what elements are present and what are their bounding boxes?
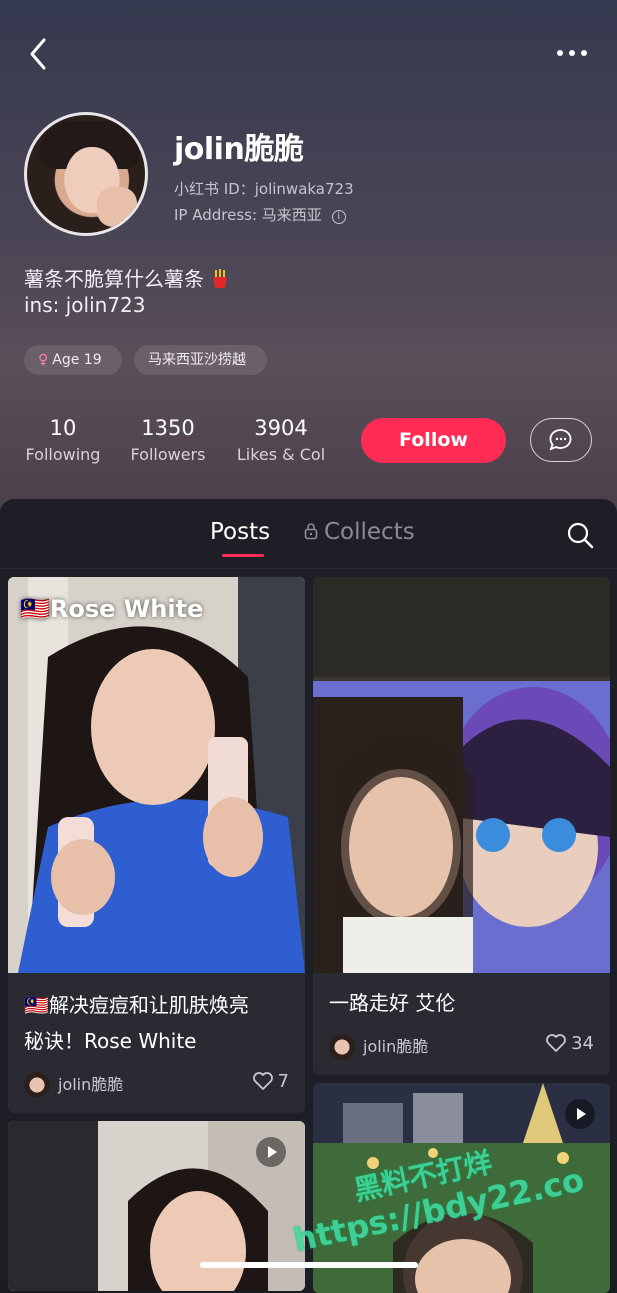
stat-label: Followers xyxy=(130,445,206,464)
post-thumbnail xyxy=(313,577,610,973)
post-title-line: 一路走好 艾伦 xyxy=(329,991,456,1015)
video-play-icon xyxy=(256,1137,286,1167)
like-count[interactable]: 7 xyxy=(252,1071,289,1092)
post-thumbnail xyxy=(8,577,305,973)
video-play-icon xyxy=(565,1099,595,1129)
profile-avatar[interactable] xyxy=(24,112,148,236)
follow-button[interactable]: Follow xyxy=(361,418,506,463)
post-card[interactable]: 🇲🇾Rose White 🇲🇾解决痘痘和让肌肤焕亮 秘诀！Rose White … xyxy=(8,577,305,1113)
tab-collects-label: Collects xyxy=(324,519,415,545)
stat-following[interactable]: 10 Following xyxy=(24,414,102,468)
stat-value: 10 xyxy=(49,416,77,440)
post-card[interactable]: 一路走好 艾伦 jolin脆脆 34 xyxy=(313,577,610,1075)
like-count-value: 34 xyxy=(571,1033,594,1054)
info-icon[interactable]: i xyxy=(331,210,346,224)
tab-collects[interactable]: Collects xyxy=(304,519,415,545)
like-count[interactable]: 34 xyxy=(545,1033,594,1054)
stat-value: 1350 xyxy=(141,416,195,440)
post-overlay-text: 🇲🇾Rose White xyxy=(20,595,204,623)
post-title-line: 🇲🇾解决痘痘和让肌肤焕亮 xyxy=(24,993,249,1017)
female-icon: ♀ xyxy=(38,352,49,368)
tab-divider xyxy=(0,568,617,569)
heart-icon xyxy=(252,1072,273,1090)
stat-label: Likes & Col xyxy=(236,445,326,464)
age-tag-label: Age 19 xyxy=(52,352,102,368)
user-id: 小红书 ID：jolinwaka723 xyxy=(174,180,354,198)
active-tab-indicator xyxy=(222,554,264,557)
bio-text: 薯条不脆算什么薯条 xyxy=(24,267,204,291)
heart-icon xyxy=(546,1034,566,1052)
stat-likes[interactable]: 3904 Likes & Col xyxy=(234,414,328,468)
post-author[interactable]: jolin脆脆 xyxy=(329,1033,428,1060)
bio-line-2: ins: jolin723 xyxy=(24,293,146,317)
back-arrow-icon[interactable] xyxy=(26,36,54,72)
ip-address: IP Address: 马来西亚 i xyxy=(174,204,346,225)
like-count-value: 7 xyxy=(277,1071,289,1092)
author-avatar xyxy=(24,1072,50,1098)
author-name: jolin脆脆 xyxy=(363,1037,429,1056)
message-button[interactable] xyxy=(530,418,592,462)
bio-line-1: 薯条不脆算什么薯条 xyxy=(24,263,230,292)
profile-name: jolin脆脆 xyxy=(174,132,304,167)
search-icon[interactable] xyxy=(566,521,594,549)
more-options-icon[interactable] xyxy=(552,44,592,62)
stat-followers[interactable]: 1350 Followers xyxy=(128,414,208,468)
author-name: jolin脆脆 xyxy=(58,1075,124,1094)
french-fries-icon xyxy=(213,269,228,288)
post-title: 🇲🇾解决痘痘和让肌肤焕亮 秘诀！Rose White xyxy=(24,987,249,1059)
stat-value: 3904 xyxy=(254,416,308,440)
stat-label: Following xyxy=(25,445,101,464)
post-author[interactable]: jolin脆脆 xyxy=(24,1071,123,1098)
tab-posts[interactable]: Posts xyxy=(210,519,270,545)
lock-icon xyxy=(304,523,318,540)
author-avatar xyxy=(329,1034,355,1060)
location-tag[interactable]: 马来西亚沙捞越 xyxy=(134,345,267,375)
chat-bubble-icon xyxy=(549,429,572,451)
home-indicator[interactable] xyxy=(200,1262,418,1268)
post-title: 一路走好 艾伦 xyxy=(329,985,455,1021)
ip-address-text: IP Address: 马来西亚 xyxy=(174,206,322,224)
post-title-line: 秘诀！Rose White xyxy=(24,1029,197,1053)
age-tag: ♀ Age 19 xyxy=(24,345,122,375)
